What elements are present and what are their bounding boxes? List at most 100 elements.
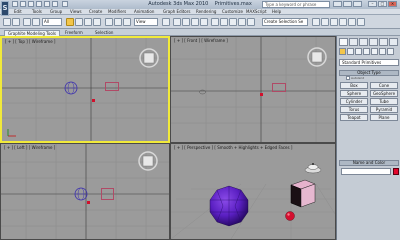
command-panel: Standard Primitives Object Type AutoGrid… [336, 36, 400, 240]
maximize-icon[interactable]: □ [378, 1, 387, 7]
small-sphere-left-marker[interactable] [87, 201, 90, 204]
window-crossing-icon[interactable] [93, 18, 101, 26]
utilities-tab-icon[interactable] [389, 38, 398, 46]
sphere-button[interactable]: Sphere [340, 90, 368, 97]
selection-filter-select[interactable]: All [42, 18, 62, 26]
hierarchy-tab-icon[interactable] [359, 38, 368, 46]
angle-snap-icon[interactable] [182, 18, 190, 26]
name-and-color-rollout[interactable]: Name and Color [339, 160, 399, 166]
viewport-perspective-label[interactable]: [ + ] [ Perspective ] [ Smooth + Highlig… [174, 145, 292, 150]
undo-tool-icon[interactable] [3, 18, 11, 26]
teapot-front-wireframe[interactable] [199, 89, 206, 95]
small-sphere-marker[interactable] [92, 99, 95, 102]
tube-button[interactable]: Tube [370, 98, 398, 105]
cameras-icon[interactable] [363, 48, 370, 55]
help-icon[interactable] [353, 1, 362, 7]
unlink-selection-icon[interactable] [32, 18, 40, 26]
sphere-wireframe[interactable] [64, 81, 78, 95]
command-panel-tabs [339, 38, 399, 46]
space-warps-icon[interactable] [379, 48, 386, 55]
snaps-toggle-icon[interactable] [173, 18, 181, 26]
box-left-wireframe[interactable] [101, 188, 114, 200]
mirror-icon[interactable] [220, 18, 228, 26]
reference-coordinate-select[interactable]: View [134, 18, 158, 26]
select-object-icon[interactable] [66, 18, 74, 26]
viewcube-icon[interactable] [138, 47, 160, 69]
viewcube-left-icon[interactable] [137, 150, 159, 172]
object-category-icons [339, 48, 399, 56]
axis-tripod-icon [7, 129, 16, 137]
select-by-name-icon[interactable] [75, 18, 83, 26]
named-selection-sets-select[interactable]: Create Selection Se [262, 18, 308, 26]
curve-editor-icon[interactable] [312, 18, 320, 26]
select-and-link-icon[interactable] [23, 18, 31, 26]
viewport-top[interactable]: [ + ] [ Top ] [ Wireframe ] [0, 36, 170, 143]
teapot-button[interactable]: Teapot [340, 114, 368, 121]
plane-button[interactable]: Plane [370, 114, 398, 121]
small-sphere-shaded[interactable] [284, 210, 296, 222]
create-tab-icon[interactable] [339, 38, 348, 46]
material-editor-icon[interactable] [330, 18, 338, 26]
lights-icon[interactable] [355, 48, 362, 55]
cone-button[interactable]: Cone [370, 82, 398, 89]
systems-icon[interactable] [387, 48, 394, 55]
autogrid-checkbox[interactable] [346, 76, 350, 80]
geometry-icon[interactable] [339, 48, 346, 55]
communication-center-icon[interactable] [343, 1, 352, 7]
percent-snap-icon[interactable] [191, 18, 199, 26]
box-front-wireframe[interactable] [272, 83, 286, 92]
minimize-icon[interactable]: – [368, 1, 377, 7]
small-sphere-front-marker[interactable] [260, 93, 263, 96]
viewport-left-label[interactable]: [ + ] [ Left ] [ Wireframe ] [4, 145, 55, 150]
render-production-icon[interactable] [357, 18, 365, 26]
viewport-perspective[interactable]: [ + ] [ Perspective ] [ Smooth + Highlig… [170, 143, 336, 240]
application-button[interactable]: S [1, 1, 9, 16]
viewcube-front-icon[interactable] [306, 46, 328, 68]
align-icon[interactable] [229, 18, 237, 26]
viewport-front[interactable]: [ + ] [ Front ] [ Wireframe ] [170, 36, 336, 143]
geosphere-button[interactable]: GeoSphere [370, 90, 398, 97]
shapes-icon[interactable] [347, 48, 354, 55]
autogrid-label: AutoGrid [351, 76, 365, 80]
spinner-snap-icon[interactable] [200, 18, 208, 26]
display-tab-icon[interactable] [379, 38, 388, 46]
rendered-frame-window-icon[interactable] [348, 18, 356, 26]
main-toolbar: All View Create Selection Se [0, 15, 400, 29]
redo-tool-icon[interactable] [12, 18, 20, 26]
box-button[interactable]: Box [340, 82, 368, 89]
render-setup-icon[interactable] [339, 18, 347, 26]
edit-named-selection-icon[interactable] [211, 18, 219, 26]
sphere-shaded[interactable] [207, 184, 251, 228]
select-and-rotate-icon[interactable] [114, 18, 122, 26]
helpers-icon[interactable] [371, 48, 378, 55]
viewport-top-label[interactable]: [ + ] [ Top ] [ Wireframe ] [5, 39, 56, 44]
close-icon[interactable]: × [388, 1, 397, 7]
pyramid-button[interactable]: Pyramid [370, 106, 398, 113]
cylinder-button[interactable]: Cylinder [340, 98, 368, 105]
viewport-front-label[interactable]: [ + ] [ Front ] [ Wireframe ] [174, 38, 228, 43]
motion-tab-icon[interactable] [369, 38, 378, 46]
graphite-toggle-icon[interactable] [247, 18, 255, 26]
sphere-left-wireframe[interactable] [74, 187, 88, 201]
graphite-ribbon: Graphite Modeling Tools Freeform Selecti… [0, 29, 400, 36]
primitive-category-select[interactable]: Standard Primitives [339, 59, 399, 66]
pivot-point-icon[interactable] [162, 18, 170, 26]
modify-tab-icon[interactable] [349, 38, 358, 46]
rectangular-selection-icon[interactable] [84, 18, 92, 26]
file-name: Primitives.max [214, 1, 252, 7]
viewport-left[interactable]: [ + ] [ Left ] [ Wireframe ] [0, 143, 170, 240]
binoculars-search-icon[interactable] [333, 1, 342, 7]
layer-manager-icon[interactable] [238, 18, 246, 26]
object-color-swatch[interactable] [393, 168, 399, 175]
select-and-scale-icon[interactable] [123, 18, 131, 26]
teapot-shaded[interactable] [303, 162, 323, 174]
app-title: Autodesk 3ds Max 2010 [148, 1, 209, 7]
torus-button[interactable]: Torus [340, 106, 368, 113]
select-and-move-icon[interactable] [105, 18, 113, 26]
search-input[interactable]: Type a keyword or phrase [262, 1, 330, 8]
title-bar: Autodesk 3ds Max 2010 Primitives.max Typ… [0, 0, 400, 9]
schematic-view-icon[interactable] [321, 18, 329, 26]
box-shaded[interactable] [283, 177, 317, 209]
box-wireframe[interactable] [105, 82, 119, 91]
object-name-field[interactable] [341, 168, 391, 175]
